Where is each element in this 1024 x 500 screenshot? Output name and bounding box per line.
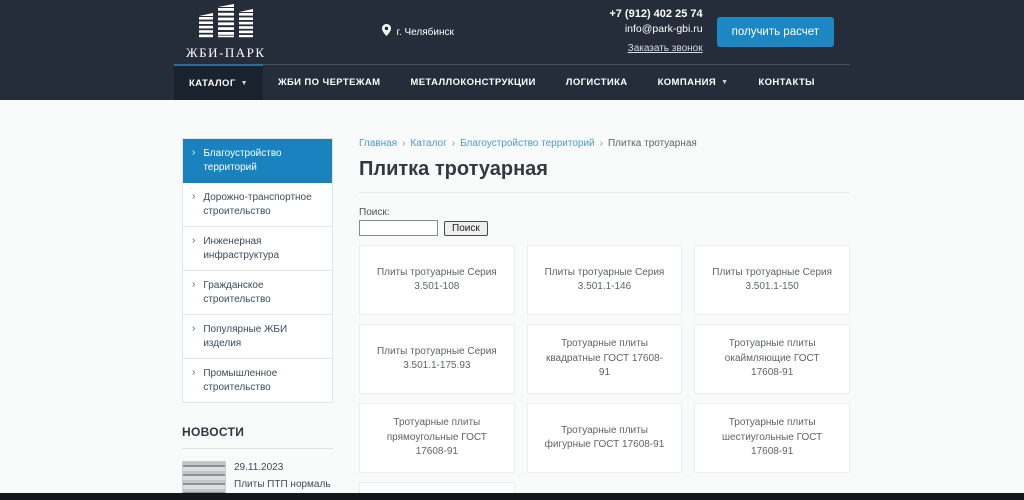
email-address: info@park-gbi.ru [609,22,702,36]
product-grid: Плиты тротуарные Серия 3.501-108 Плиты т… [359,245,850,500]
search-input[interactable] [359,220,438,236]
nav-item[interactable]: КОМПАНИЯ ▼ [643,65,744,100]
product-card[interactable]: Плиты тротуарные Серия 3.501.1-146 [527,245,683,315]
news-date: 29.11.2023 [234,461,333,475]
sidebar: › Благоустройство территорий › Дорожно-т… [182,138,333,500]
get-quote-button[interactable]: получить расчет [717,17,834,47]
main-nav: КАТАЛОГ ▼ ЖБИ ПО ЧЕРТЕЖАМ МЕТАЛЛОКОНСТРУ… [174,64,850,100]
callback-link[interactable]: Заказать звонок [628,42,703,56]
breadcrumb-item[interactable]: Каталог [410,138,455,149]
breadcrumb: Главная Каталог Благоустройство территорий… [359,138,850,149]
product-card[interactable]: Тротуарные плиты фигурные ГОСТ 17608-91 [527,403,683,473]
product-card[interactable]: Тротуарные плиты квадратные ГОСТ 17608-9… [527,324,683,394]
product-card[interactable]: Плиты тротуарные Серия 3.501-108 [359,245,515,315]
location: г. Челябинск [382,23,454,41]
title-divider [359,192,850,193]
breadcrumb-item[interactable]: Главная [359,138,405,149]
phone-number: +7 (912) 402 25 74 [609,7,702,22]
search-label: Поиск: [359,207,850,218]
sidebar-category-item[interactable]: › Дорожно-транспортное строительство [183,183,332,227]
news-divider [182,448,333,449]
chevron-right-icon: › [192,323,195,335]
category-menu: › Благоустройство территорий › Дорожно-т… [182,138,333,403]
search-button[interactable]: Поиск [444,221,488,236]
nav-item[interactable]: МЕТАЛЛОКОНСТРУКЦИИ [395,65,550,100]
chevron-right-icon: › [192,279,195,291]
nav-item[interactable]: ЖБИ ПО ЧЕРТЕЖАМ [263,65,395,100]
chevron-down-icon: ▼ [721,79,728,86]
nav-item[interactable]: КОНТАКТЫ [743,65,829,100]
nav-item[interactable]: ЛОГИСТИКА [551,65,643,100]
chevron-right-icon: › [192,147,195,159]
news-section: НОВОСТИ 29.11.2023 Плиты ПТП нормаль 02.… [182,425,333,500]
logo[interactable]: ЖБИ-ПАРК [186,4,266,61]
sidebar-category-item[interactable]: › Популярные ЖБИ изделия [183,315,332,359]
product-card[interactable]: Плиты тротуарные Серия 3.501.1-175.93 [359,324,515,394]
chevron-down-icon: ▼ [241,80,248,87]
breadcrumb-item[interactable]: Благоустройство территорий [460,138,603,149]
product-card[interactable]: Тротуарные плиты шестиугольные ГОСТ 1760… [694,403,850,473]
header: ЖБИ-ПАРК г. Челябинск +7 (912) 402 25 74… [0,0,1024,100]
sidebar-category-item[interactable]: › Инженерная инфраструктура [183,227,332,271]
location-text: г. Челябинск [397,27,454,38]
page-title: Плитка тротуарная [359,158,850,181]
sidebar-category-item[interactable]: › Гражданское строительство [183,271,332,315]
chevron-right-icon: › [192,367,195,379]
news-title: НОВОСТИ [182,425,333,439]
product-card[interactable]: Плиты тротуарные Серия 3.501.1-150 [694,245,850,315]
breadcrumb-item[interactable]: Плитка тротуарная [608,138,697,149]
content: Главная Каталог Благоустройство территорий… [359,138,850,500]
logo-buildings-icon [195,4,257,43]
product-card[interactable]: Тротуарные плиты прямоугольные ГОСТ 1760… [359,403,515,473]
footer-bar [0,493,1024,500]
product-card[interactable]: Тротуарные плиты окаймляющие ГОСТ 17608-… [694,324,850,394]
map-pin-icon [382,23,391,41]
sidebar-category-item[interactable]: › Благоустройство территорий [183,139,332,183]
sidebar-category-item[interactable]: › Промышленное строительство [183,359,332,402]
chevron-right-icon: › [192,191,195,203]
nav-item[interactable]: КАТАЛОГ ▼ [174,64,263,100]
chevron-right-icon: › [192,235,195,247]
header-contacts: +7 (912) 402 25 74 info@park-gbi.ru Зака… [609,7,702,58]
logo-text: ЖБИ-ПАРК [186,45,266,61]
